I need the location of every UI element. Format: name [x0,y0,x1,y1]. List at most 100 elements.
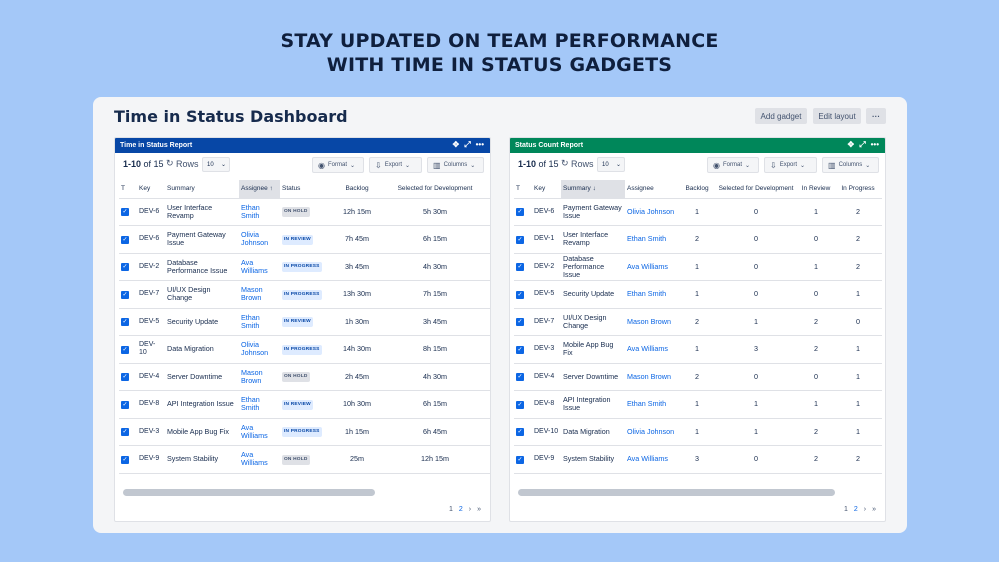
issue-key[interactable]: DEV-4 [532,363,561,391]
table-row[interactable]: ✓ DEV-8 API Integration Issue Ethan Smith IN… [119,390,490,419]
checkbox-icon[interactable]: ✓ [121,318,129,327]
assignee-link[interactable]: Ava Williams [625,445,680,474]
assignee-link[interactable]: Olivia Johnson [625,418,680,446]
table-row[interactable]: ✓ DEV-10 Data Migration Olivia Johnson 1 1 2 1 [514,418,882,446]
page-1-link[interactable]: 1 [449,506,453,513]
assignee-link[interactable]: Mason Brown [239,363,280,391]
issue-key[interactable]: DEV-8 [137,390,165,419]
checkbox-icon[interactable]: ✓ [516,208,524,217]
columns-button[interactable]: ▥ Columns ⌄ [427,157,484,173]
checkbox-icon[interactable]: ✓ [516,455,524,464]
issue-key[interactable]: DEV-9 [532,445,561,474]
checkbox-icon[interactable]: ✓ [121,263,129,272]
table-row[interactable]: ✓ DEV-10 Data Migration Olivia Johnson IN PR… [119,335,490,364]
move-icon[interactable]: ✥ [847,140,854,150]
checkbox-icon[interactable]: ✓ [121,290,129,299]
move-icon[interactable]: ✥ [452,140,459,150]
issue-key[interactable]: DEV-6 [137,225,165,254]
next-page-icon[interactable]: › [469,506,471,513]
column-header-type[interactable]: T [514,180,532,199]
table-row[interactable]: ✓ DEV-6 Payment Gateway Issue Olivia Johnso… [514,198,882,226]
add-gadget-button[interactable]: Add gadget [755,108,807,124]
issue-key[interactable]: DEV-7 [532,308,561,336]
more-options-button[interactable]: ··· [866,108,886,124]
checkbox-icon[interactable]: ✓ [516,263,524,272]
checkbox-icon[interactable]: ✓ [121,345,129,354]
issue-key[interactable]: DEV-6 [137,198,165,226]
assignee-link[interactable]: Mason Brown [625,308,680,336]
column-header-type[interactable]: T [119,180,137,199]
assignee-link[interactable]: Mason Brown [625,363,680,391]
table-row[interactable]: ✓ DEV-6 Payment Gateway Issue Olivia Johnso… [119,225,490,254]
page-2-link[interactable]: 2 [459,506,463,513]
last-page-icon[interactable]: » [872,506,876,513]
column-header-in-progress[interactable]: In Progress [834,180,882,199]
assignee-link[interactable]: Ethan Smith [625,225,680,254]
next-page-icon[interactable]: › [864,506,866,513]
menu-icon[interactable]: ••• [476,140,484,150]
checkbox-icon[interactable]: ✓ [516,290,524,299]
expand-icon[interactable]: ⤢ [859,140,865,150]
issue-key[interactable]: DEV-10 [532,418,561,446]
page-1-link[interactable]: 1 [844,506,848,513]
checkbox-icon[interactable]: ✓ [516,373,524,382]
checkbox-icon[interactable]: ✓ [516,345,524,354]
assignee-link[interactable]: Ava Williams [239,253,280,281]
assignee-link[interactable]: Ethan Smith [239,390,280,419]
horizontal-scrollbar[interactable] [123,489,375,496]
horizontal-scrollbar[interactable] [518,489,835,496]
table-row[interactable]: ✓ DEV-8 API Integration Issue Ethan Smith 1 1… [514,390,882,419]
assignee-link[interactable]: Olivia Johnson [239,225,280,254]
table-row[interactable]: ✓ DEV-6 User Interface Revamp Ethan Smith ON… [119,198,490,226]
assignee-link[interactable]: Ava Williams [239,418,280,446]
assignee-link[interactable]: Mason Brown [239,280,280,309]
checkbox-icon[interactable]: ✓ [516,318,524,327]
assignee-link[interactable]: Ava Williams [625,253,680,281]
column-header-selected-for-development[interactable]: Selected for Development [714,180,798,199]
column-header-key[interactable]: Key [532,180,561,199]
table-row[interactable]: ✓ DEV-9 System Stability Ava Williams ON HOL… [119,445,490,474]
column-header-assignee[interactable]: Assignee ↑ [239,180,280,199]
checkbox-icon[interactable]: ✓ [121,400,129,409]
table-row[interactable]: ✓ DEV-1 User Interface Revamp Ethan Smith 2 0… [514,225,882,254]
checkbox-icon[interactable]: ✓ [516,400,524,409]
table-row[interactable]: ✓ DEV-7 UI/UX Design Change Mason Brown 2 1 2 0 [514,308,882,336]
format-button[interactable]: ◉ Format ⌄ [312,157,364,173]
column-header-summary[interactable]: Summary ↓ [561,180,625,199]
table-row[interactable]: ✓ DEV-4 Server Downtime Mason Brown ON HOLD 2… [119,363,490,391]
checkbox-icon[interactable]: ✓ [121,455,129,464]
issue-key[interactable]: DEV-3 [532,335,561,364]
table-row[interactable]: ✓ DEV-2 Database Performance Issue Ava Will… [119,253,490,281]
column-header-backlog[interactable]: Backlog [680,180,714,199]
column-header-summary[interactable]: Summary [165,180,239,199]
table-row[interactable]: ✓ DEV-5 Security Update Ethan Smith 1 0 0 1 [514,280,882,309]
menu-icon[interactable]: ••• [871,140,879,150]
issue-key[interactable]: DEV-2 [137,253,165,281]
page-2-link[interactable]: 2 [854,506,858,513]
issue-key[interactable]: DEV-5 [532,280,561,309]
assignee-link[interactable]: Ava Williams [239,445,280,474]
assignee-link[interactable]: Ethan Smith [239,308,280,336]
table-row[interactable]: ✓ DEV-3 Mobile App Bug Fix Ava Williams 1 3 2 1 [514,335,882,364]
rows-per-page-select[interactable]: 10 ⌄ [202,157,230,172]
checkbox-icon[interactable]: ✓ [121,235,129,244]
issue-key[interactable]: DEV-3 [137,418,165,446]
column-header-status[interactable]: Status [280,180,334,199]
column-header-selected-for-development[interactable]: Selected for Development [380,180,490,199]
issue-key[interactable]: DEV-4 [137,363,165,391]
table-row[interactable]: ✓ DEV-7 UI/UX Design Change Mason Brown IN P… [119,280,490,309]
last-page-icon[interactable]: » [477,506,481,513]
checkbox-icon[interactable]: ✓ [516,235,524,244]
issue-key[interactable]: DEV-5 [137,308,165,336]
issue-key[interactable]: DEV-7 [137,280,165,309]
rows-per-page-select[interactable]: 10 ⌄ [597,157,625,172]
issue-key[interactable]: DEV-8 [532,390,561,419]
column-header-key[interactable]: Key [137,180,165,199]
table-row[interactable]: ✓ DEV-4 Server Downtime Mason Brown 2 0 0 1 [514,363,882,391]
format-button[interactable]: ◉ Format ⌄ [707,157,759,173]
assignee-link[interactable]: Olivia Johnson [239,335,280,364]
refresh-icon[interactable]: ↻ [561,158,569,169]
table-row[interactable]: ✓ DEV-5 Security Update Ethan Smith IN REVIE… [119,308,490,336]
issue-key[interactable]: DEV-10 [137,335,165,364]
table-row[interactable]: ✓ DEV-3 Mobile App Bug Fix Ava Williams IN P… [119,418,490,446]
